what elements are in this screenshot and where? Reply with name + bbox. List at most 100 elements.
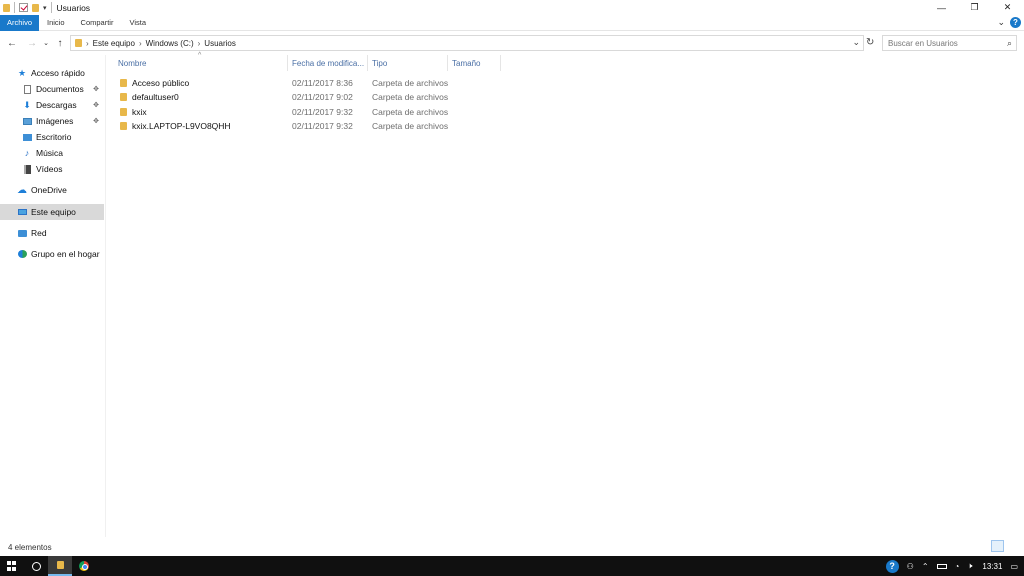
chevron-right-icon[interactable]: › <box>198 39 201 48</box>
new-folder-icon[interactable] <box>32 3 39 12</box>
start-button[interactable] <box>0 556 24 576</box>
sidebar-item-red[interactable]: Red <box>0 225 104 241</box>
details-view-button[interactable] <box>991 540 1004 552</box>
chrome-taskbar-button[interactable] <box>72 556 96 576</box>
sidebar-item-documentos[interactable]: Documentos ✥ <box>0 81 104 97</box>
column-header-date[interactable]: Fecha de modifica... <box>292 55 367 71</box>
search-box[interactable]: ⌕ <box>882 35 1017 51</box>
pin-icon[interactable]: ✥ <box>93 101 99 109</box>
breadcrumb-usuarios[interactable]: Usuarios <box>204 39 236 48</box>
sidebar-item-grupo-en-el-hogar[interactable]: Grupo en el hogar <box>0 246 104 262</box>
status-bar: 4 elementos <box>0 540 1024 554</box>
wifi-icon[interactable]: ◔ <box>955 562 960 571</box>
onedrive-icon: ☁ <box>17 184 27 196</box>
maximize-button[interactable]: ❐ <box>958 0 991 15</box>
back-button[interactable]: ← <box>6 38 18 49</box>
column-divider[interactable] <box>447 55 448 71</box>
expand-ribbon-icon[interactable]: ⌄ <box>997 17 1005 28</box>
file-explorer-icon <box>56 561 64 569</box>
sidebar-item-imagenes[interactable]: Imágenes ✥ <box>0 113 104 129</box>
refresh-button[interactable]: ↻ <box>866 37 874 48</box>
music-icon: ♪ <box>24 148 30 158</box>
close-button[interactable]: ✕ <box>991 0 1024 15</box>
large-icons-view-button[interactable] <box>1007 540 1020 552</box>
minimize-button[interactable]: — <box>925 0 958 15</box>
people-icon[interactable]: ⚇ <box>907 562 914 571</box>
window-controls: — ❐ ✕ <box>925 0 1024 15</box>
sidebar-item-escritorio[interactable]: Escritorio <box>0 129 104 145</box>
file-type: Carpeta de archivos <box>372 121 449 131</box>
cortana-button[interactable] <box>24 556 48 576</box>
file-date: 02/11/2017 9:32 <box>292 107 353 117</box>
breadcrumb-este-equipo[interactable]: Este equipo <box>93 39 135 48</box>
help-tray-icon[interactable]: ? <box>885 559 899 573</box>
search-input[interactable] <box>888 38 998 48</box>
sidebar-item-acceso-rapido[interactable]: ★ Acceso rápido <box>0 65 104 81</box>
column-header-size[interactable]: Tamaño <box>452 55 500 71</box>
address-dropdown-icon[interactable]: ⌄ <box>852 37 860 48</box>
chrome-icon <box>79 561 89 571</box>
forward-button[interactable]: → <box>26 38 38 49</box>
cortana-icon <box>31 561 41 571</box>
sidebar-item-este-equipo[interactable]: Este equipo <box>0 204 104 220</box>
star-icon: ★ <box>17 67 27 78</box>
help-icon[interactable]: ? <box>1010 17 1021 28</box>
sidebar-item-descargas[interactable]: ⬇ Descargas ✥ <box>0 97 104 113</box>
file-row[interactable]: kxix.LAPTOP-L9VO8QHH 02/11/2017 9:32 Car… <box>112 120 452 134</box>
this-pc-icon <box>17 208 27 217</box>
tab-vista[interactable]: Vista <box>121 15 154 31</box>
up-button[interactable]: ↑ <box>54 38 66 49</box>
desktop-icon <box>22 133 32 142</box>
customize-toolbar-icon[interactable]: ▾ <box>43 4 47 12</box>
divider <box>14 2 15 13</box>
chevron-right-icon[interactable]: › <box>86 39 89 48</box>
column-divider[interactable] <box>287 55 288 71</box>
tab-compartir[interactable]: Compartir <box>73 15 122 31</box>
volume-muted-icon[interactable]: 🕨 <box>967 561 972 571</box>
sidebar-item-musica[interactable]: ♪ Música <box>0 145 104 161</box>
tab-archivo[interactable]: Archivo <box>0 14 40 31</box>
file-name: kxix <box>132 107 147 117</box>
battery-icon[interactable] <box>936 563 947 569</box>
window-title: Usuarios <box>56 2 91 13</box>
folder-icon <box>120 79 127 87</box>
navigation-bar: ← → ⌄ ↑ › Este equipo › Windows (C:) › U… <box>0 33 1024 53</box>
tab-inicio[interactable]: Inicio <box>39 15 73 31</box>
system-tray: ? ⚇ ⌃ ◔ 🕨 13:31 ▭ <box>885 556 1024 576</box>
taskbar: ? ⚇ ⌃ ◔ 🕨 13:31 ▭ <box>0 556 1024 576</box>
file-row[interactable]: defaultuser0 02/11/2017 9:02 Carpeta de … <box>112 91 452 105</box>
sidebar-item-label: Grupo en el hogar <box>31 249 100 259</box>
column-header-type[interactable]: Tipo <box>372 55 447 71</box>
notifications-icon[interactable]: ▭ <box>1010 562 1018 571</box>
search-icon[interactable]: ⌕ <box>1007 38 1012 49</box>
sidebar-item-videos[interactable]: Vídeos <box>0 161 104 177</box>
file-date: 02/11/2017 8:36 <box>292 78 353 88</box>
sidebar-item-onedrive[interactable]: ☁ OneDrive <box>0 182 104 198</box>
folder-icon <box>3 3 10 12</box>
chevron-up-icon[interactable]: ⌃ <box>922 562 929 571</box>
pin-icon[interactable]: ✥ <box>93 117 99 125</box>
folder-icon <box>120 93 127 101</box>
item-count: 4 elementos <box>8 542 52 552</box>
clock[interactable]: 13:31 <box>982 562 1002 571</box>
videos-icon <box>22 164 32 174</box>
documents-icon <box>22 84 32 94</box>
ribbon-tabs: Archivo Inicio Compartir Vista ⌄ ? <box>0 14 1024 31</box>
address-bar[interactable]: › Este equipo › Windows (C:) › Usuarios … <box>70 35 864 51</box>
recent-locations-button[interactable]: ⌄ <box>40 39 52 47</box>
sidebar-item-label: Este equipo <box>31 207 76 217</box>
file-explorer-taskbar-button[interactable] <box>48 556 72 576</box>
sidebar-item-label: Escritorio <box>36 132 72 142</box>
divider <box>50 2 52 13</box>
column-header-name[interactable]: Nombre <box>118 55 288 71</box>
file-name: kxix.LAPTOP-L9VO8QHH <box>132 121 231 131</box>
properties-check-icon[interactable] <box>19 3 28 12</box>
file-type: Carpeta de archivos <box>372 107 449 117</box>
column-divider[interactable] <box>367 55 368 71</box>
file-row[interactable]: kxix 02/11/2017 9:32 Carpeta de archivos <box>112 106 452 120</box>
column-divider[interactable] <box>500 55 501 71</box>
chevron-right-icon[interactable]: › <box>139 39 142 48</box>
file-row[interactable]: Acceso público 02/11/2017 8:36 Carpeta d… <box>112 77 452 91</box>
pin-icon[interactable]: ✥ <box>93 85 99 93</box>
breadcrumb-windows-c[interactable]: Windows (C:) <box>146 39 194 48</box>
